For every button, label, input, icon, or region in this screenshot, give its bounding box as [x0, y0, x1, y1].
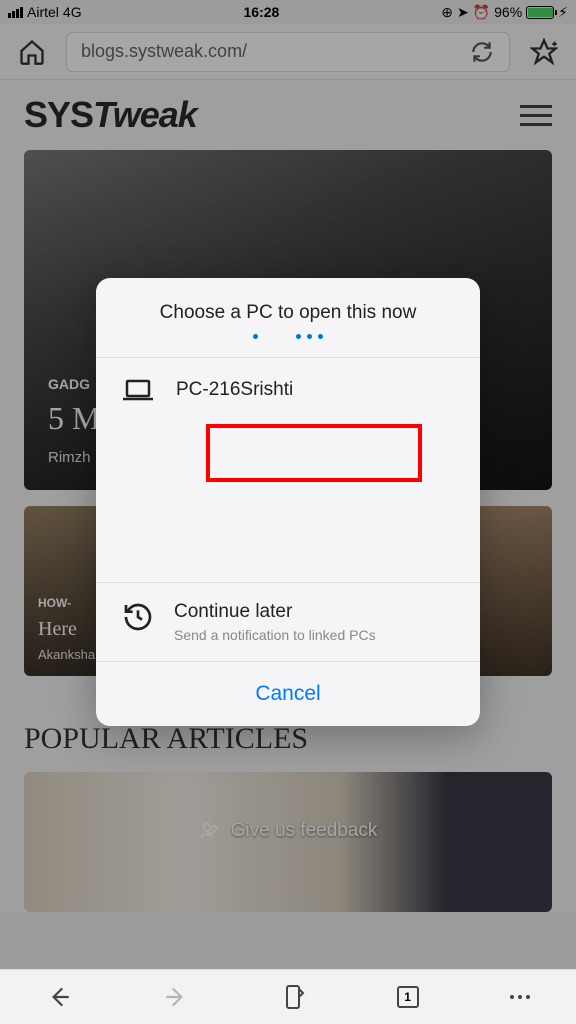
- forward-icon: [163, 984, 189, 1010]
- history-icon: [122, 601, 154, 633]
- modal-title: Choose a PC to open this now: [96, 278, 480, 334]
- more-icon[interactable]: [510, 995, 530, 999]
- loading-indicator: [96, 334, 480, 357]
- pc-name: PC-216Srishti: [176, 379, 293, 401]
- tab-count: 1: [404, 990, 411, 1004]
- watermark: wsxdn.com: [515, 954, 570, 966]
- laptop-icon: [122, 378, 154, 402]
- continue-title: Continue later: [174, 601, 376, 623]
- tabs-icon[interactable]: 1: [397, 986, 419, 1008]
- continue-subtitle: Send a notification to linked PCs: [174, 627, 376, 643]
- continue-on-pc-icon[interactable]: [281, 983, 305, 1011]
- pc-item[interactable]: PC-216Srishti: [96, 358, 480, 422]
- continue-later-item[interactable]: Continue later Send a notification to li…: [96, 583, 480, 662]
- back-icon[interactable]: [46, 984, 72, 1010]
- cancel-button[interactable]: Cancel: [96, 662, 480, 726]
- pc-picker-modal: Choose a PC to open this now PC-216Srish…: [96, 278, 480, 726]
- bottom-toolbar: 1: [0, 969, 576, 1024]
